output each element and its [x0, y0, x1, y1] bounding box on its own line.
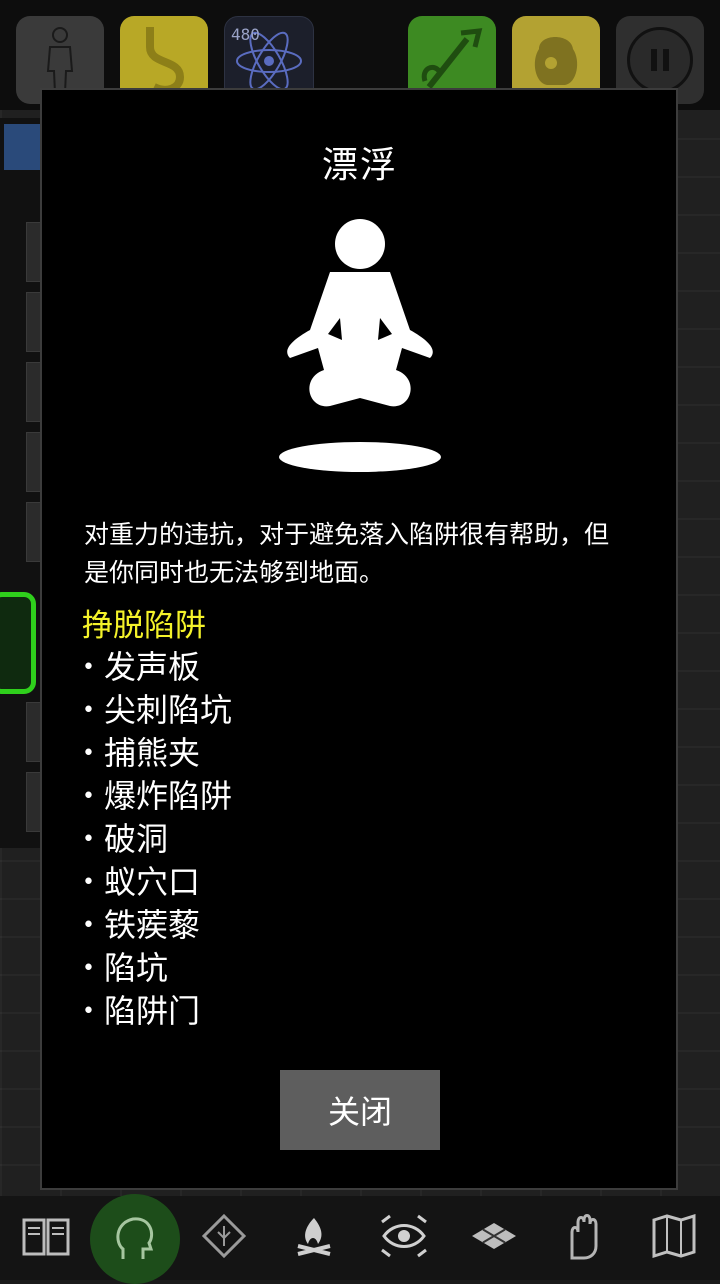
bullet: •	[82, 784, 95, 809]
tiles-grid-icon	[472, 1223, 516, 1249]
map-button[interactable]	[634, 1200, 714, 1272]
trap-name: 捕熊夹	[104, 734, 201, 772]
stomach-icon	[146, 27, 185, 94]
levitating-meditation-icon	[279, 219, 441, 472]
bullet: •	[82, 956, 95, 981]
map-icon	[652, 1214, 696, 1258]
bullet: •	[82, 913, 95, 938]
talk-button[interactable]	[90, 1194, 180, 1284]
gloved-hand-icon	[570, 1214, 598, 1260]
journal-button[interactable]	[6, 1200, 86, 1272]
list-item: • 陷坑	[82, 947, 232, 990]
bullet: •	[82, 655, 95, 680]
backpack-sack-icon	[534, 37, 578, 85]
bullet: •	[82, 870, 95, 895]
pause-icon	[627, 27, 693, 93]
bullet: •	[82, 827, 95, 852]
quickslot-rune-button[interactable]	[184, 1200, 264, 1272]
look-eye-icon	[381, 1214, 427, 1258]
trap-name: 发声板	[104, 648, 201, 686]
trap-name: 尖刺陷坑	[104, 691, 233, 729]
selected-slot-highlight[interactable]	[0, 592, 36, 694]
list-item: • 铁蒺藜	[82, 904, 232, 947]
list-item: • 陷阱门	[82, 990, 232, 1033]
quiver-arrows-icon	[421, 28, 483, 89]
bullet: •	[82, 698, 95, 723]
trap-name: 蚁穴口	[104, 863, 201, 901]
bullet: •	[82, 999, 95, 1024]
trap-name: 爆炸陷阱	[104, 777, 233, 815]
list-item: • 捕熊夹	[82, 732, 232, 775]
terrain-button[interactable]	[454, 1200, 534, 1272]
list-item: • 蚁穴口	[82, 861, 232, 904]
pickup-button[interactable]	[544, 1200, 624, 1272]
experience-counter: 480	[231, 25, 260, 44]
list-item: • 破洞	[82, 818, 232, 861]
rest-button[interactable]	[274, 1200, 354, 1272]
list-item: • 发声板	[82, 646, 232, 689]
trap-name: 陷阱门	[104, 992, 201, 1030]
search-button[interactable]	[364, 1200, 444, 1272]
rune-diamond-icon	[202, 1214, 246, 1258]
trap-name: 铁蒺藜	[104, 906, 201, 944]
section-heading: 挣脱陷阱	[82, 608, 206, 644]
buff-description: 对重力的违抗，对于避免落入陷阱很有帮助，但是你同时也无法够到地面。	[84, 520, 610, 587]
trap-list: • 发声板 • 尖刺陷坑 • 捕熊夹 • 爆炸陷阱 • 破洞 • 蚁穴口 • 铁蒺藜 • 陷坑 …	[82, 646, 232, 1033]
talk-head-icon	[116, 1217, 154, 1259]
bullet: •	[82, 741, 95, 766]
journal-book-icon	[22, 1218, 70, 1256]
dialog-title: 漂浮	[321, 145, 398, 186]
list-item: • 爆炸陷阱	[82, 775, 232, 818]
trap-name: 破洞	[104, 820, 169, 858]
trap-name: 陷坑	[104, 949, 169, 987]
close-button[interactable]: 关闭	[280, 1070, 440, 1150]
list-item: • 尖刺陷坑	[82, 689, 232, 732]
campfire-icon	[297, 1218, 331, 1256]
person-silhouette-icon	[46, 27, 74, 94]
